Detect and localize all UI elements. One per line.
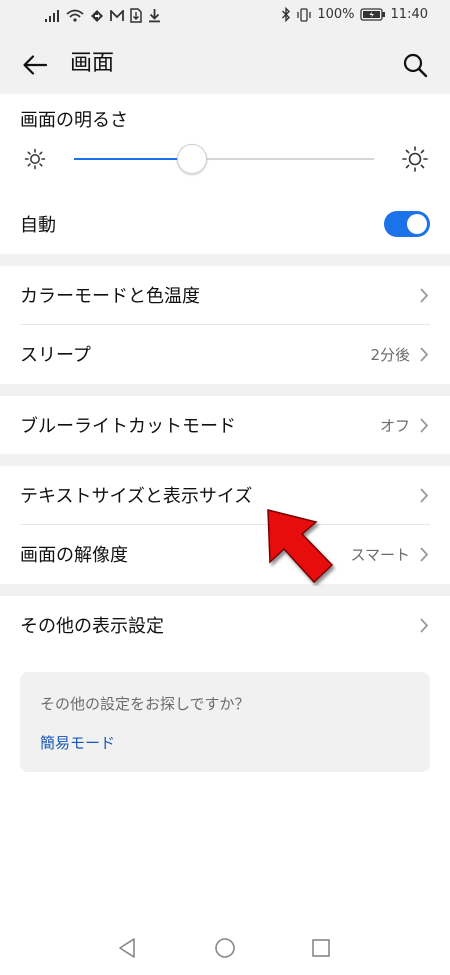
sleep-value: 2分後 <box>370 345 410 364</box>
nav-home-button[interactable] <box>212 935 238 961</box>
resolution-value: スマート <box>350 545 410 564</box>
sim-icon <box>130 8 142 23</box>
section-gap <box>0 454 450 466</box>
sun-small-icon <box>24 148 46 170</box>
sun-large-icon <box>402 146 428 172</box>
textsize-label: テキストサイズと表示サイズ <box>20 486 253 507</box>
brightness-label: 画面の明るさ <box>20 110 128 131</box>
color-mode-label: カラーモードと色温度 <box>20 286 200 307</box>
nav-back-button[interactable] <box>114 935 140 961</box>
status-left <box>44 8 161 23</box>
chevron-right-icon <box>418 616 430 634</box>
nav-recents-button[interactable] <box>308 935 334 961</box>
back-button[interactable] <box>20 50 50 80</box>
color-mode-row[interactable]: カラーモードと色温度 <box>0 266 450 324</box>
simple-mode-link[interactable]: 簡易モード <box>40 732 115 753</box>
suggestion-text: その他の設定をお探しですか？ <box>40 695 250 713</box>
direction-icon <box>90 9 104 23</box>
auto-brightness-row[interactable]: 自動 <box>0 195 450 253</box>
brightness-slider[interactable] <box>74 144 374 174</box>
brightness-slider-thumb[interactable] <box>177 144 207 174</box>
chevron-right-icon <box>418 416 430 434</box>
app-bar: 画面 <box>0 34 450 94</box>
page-title: 画面 <box>70 51 115 76</box>
status-bar: 100% 11:40 <box>0 0 450 34</box>
chevron-right-icon <box>418 345 430 363</box>
resolution-label: 画面の解像度 <box>20 545 128 566</box>
wifi-icon <box>66 9 84 23</box>
section-gap <box>0 384 450 396</box>
square-recents-icon <box>312 939 330 957</box>
status-right: 100% 11:40 <box>281 7 428 22</box>
search-icon <box>403 53 428 78</box>
bluetooth-icon <box>281 7 291 22</box>
system-nav-bar <box>0 923 450 975</box>
red-pointer-arrow-icon <box>267 509 334 584</box>
auto-label: 自動 <box>20 215 56 236</box>
vibrate-icon <box>296 7 312 22</box>
triangle-back-icon <box>119 938 135 958</box>
other-display-row[interactable]: その他の表示設定 <box>0 596 450 654</box>
mail-icon <box>110 9 124 22</box>
bluelight-value: オフ <box>379 416 410 435</box>
auto-toggle[interactable] <box>384 211 430 237</box>
download-icon <box>148 8 161 23</box>
suggestion-box: その他の設定をお探しですか？ 簡易モード <box>20 672 430 772</box>
battery-percent: 100% <box>317 7 355 22</box>
bluelight-label: ブルーライトカットモード <box>20 416 236 437</box>
textsize-row[interactable]: テキストサイズと表示サイズ <box>0 466 450 524</box>
chevron-right-icon <box>418 486 430 504</box>
section-gap <box>0 254 450 266</box>
chevron-right-icon <box>418 545 430 563</box>
circle-home-icon <box>215 938 235 958</box>
search-button[interactable] <box>400 50 430 80</box>
clock: 11:40 <box>390 7 428 22</box>
toggle-knob <box>407 214 427 234</box>
sleep-row[interactable]: スリープ 2分後 <box>0 325 450 383</box>
signal-icon <box>44 9 60 23</box>
chevron-right-icon <box>418 286 430 304</box>
sleep-label: スリープ <box>20 345 91 366</box>
battery-icon <box>359 8 386 21</box>
section-gap <box>0 584 450 596</box>
brightness-slider-fill <box>74 158 191 160</box>
other-display-label: その他の表示設定 <box>20 616 164 637</box>
bluelight-row[interactable]: ブルーライトカットモード オフ <box>0 396 450 454</box>
resolution-row[interactable]: 画面の解像度 スマート <box>0 525 450 583</box>
back-arrow-icon <box>23 55 48 75</box>
